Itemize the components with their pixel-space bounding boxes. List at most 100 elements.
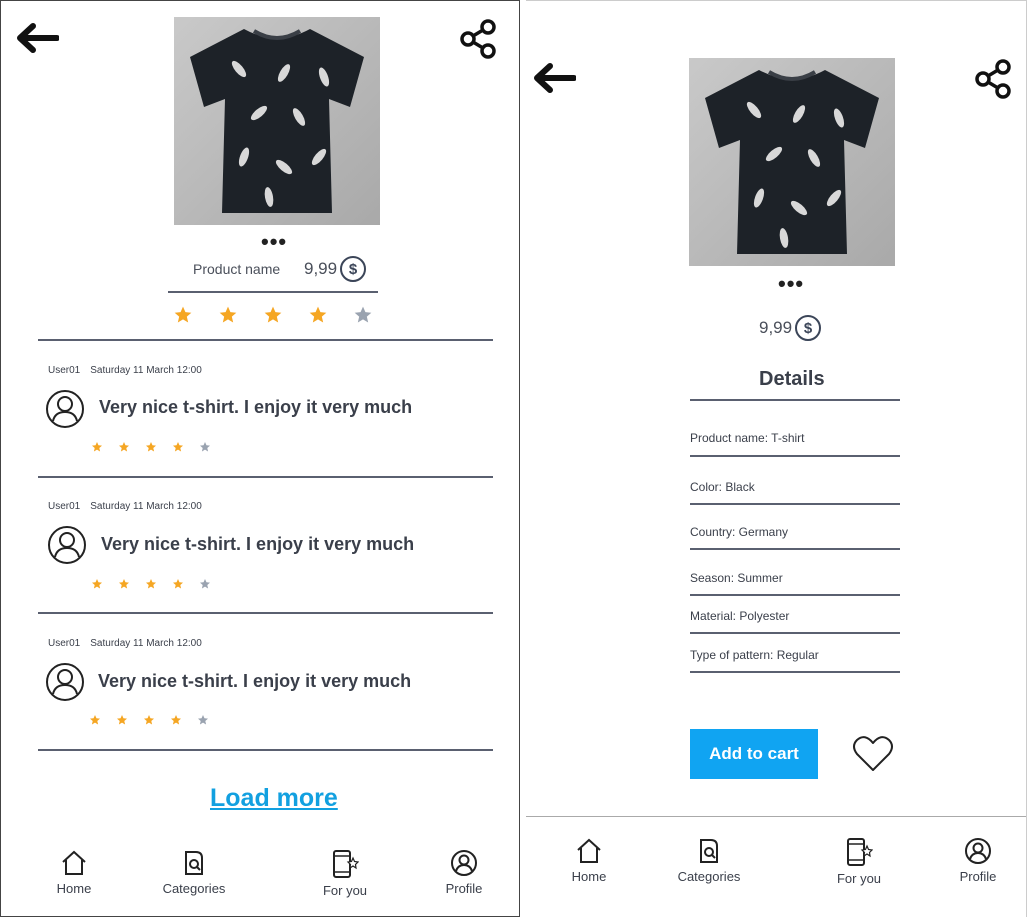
product-reviews-screen: ••• Product name 9,99 $ User01 Saturday 1… (0, 0, 520, 917)
image-pager-dots[interactable]: ••• (261, 231, 287, 253)
dollar-icon: $ (795, 315, 822, 341)
divider (168, 291, 378, 293)
tshirt-image (705, 70, 879, 254)
star-filled-icon (90, 715, 100, 725)
divider (690, 594, 900, 596)
home-icon (577, 838, 601, 863)
review-date: Saturday 11 March 12:00 (90, 365, 202, 376)
star-filled-icon (173, 579, 183, 589)
product-price: 9,99 $ (759, 315, 822, 341)
details-heading: Details (759, 368, 825, 390)
review-text: Very nice t-shirt. I enjoy it very much (99, 397, 413, 417)
star-filled-icon (219, 306, 237, 323)
image-pager-dots[interactable]: ••• (778, 273, 804, 295)
divider (690, 399, 900, 401)
nav-home[interactable]: Home (568, 837, 610, 884)
product-rating (173, 305, 373, 325)
detail-country: Country: Germany (690, 525, 789, 539)
back-arrow-icon[interactable] (532, 63, 576, 93)
star-filled-icon (92, 579, 102, 589)
profile-icon (451, 850, 477, 876)
price-value: 9,99 (759, 318, 793, 337)
nav-home[interactable]: Home (53, 849, 95, 896)
star-filled-icon (264, 306, 282, 323)
user-avatar-icon (46, 390, 84, 428)
share-icon[interactable] (459, 19, 499, 59)
star-filled-icon (146, 579, 156, 589)
divider (690, 671, 900, 673)
divider (526, 816, 1026, 817)
review-rating (89, 714, 209, 726)
review-text: Very nice t-shirt. I enjoy it very much (98, 671, 412, 691)
review-user: User01 (48, 365, 81, 376)
detail-pattern: Type of pattern: Regular (690, 648, 819, 662)
nav-home-label: Home (56, 881, 92, 896)
star-filled-icon (174, 306, 192, 323)
nav-categories-label: Categories (677, 869, 741, 884)
star-empty-icon (198, 715, 208, 725)
star-filled-icon (146, 442, 156, 452)
divider (38, 476, 493, 478)
tshirt-image (190, 29, 364, 213)
review-meta: User01 Saturday 11 March 12:00 (48, 365, 212, 376)
detail-color: Color: Black (690, 480, 755, 494)
review-meta: User01 Saturday 11 March 12:00 (48, 501, 212, 512)
product-details-screen: ••• 9,99 $ Details Product name: T-shirt… (526, 0, 1027, 917)
review-rating (91, 578, 211, 590)
product-image[interactable] (689, 58, 895, 266)
nav-categories-label: Categories (162, 881, 226, 896)
divider (38, 612, 493, 614)
back-arrow-icon[interactable] (15, 23, 59, 53)
divider (38, 749, 493, 751)
nav-profile[interactable]: Profile (440, 849, 488, 896)
home-icon (62, 850, 86, 875)
categories-icon (700, 839, 718, 863)
star-filled-icon (309, 306, 327, 323)
detail-material: Material: Polyester (690, 609, 790, 623)
nav-for-you[interactable]: For you (833, 837, 885, 886)
heart-icon[interactable] (851, 734, 895, 774)
nav-for-you-label: For you (322, 883, 368, 898)
star-filled-icon (144, 715, 154, 725)
categories-icon (185, 851, 203, 875)
nav-profile-label: Profile (445, 881, 483, 896)
nav-for-you-label: For you (836, 871, 882, 886)
product-price: 9,99 $ (304, 256, 367, 282)
price-value: 9,99 (304, 259, 338, 278)
review-meta: User01 Saturday 11 March 12:00 (48, 638, 212, 649)
product-image[interactable] (174, 17, 380, 225)
detail-product-name: Product name: T-shirt (690, 431, 805, 445)
review-rating (91, 441, 211, 453)
nav-for-you[interactable]: For you (319, 849, 371, 898)
phone-star-icon (847, 838, 873, 866)
dollar-icon: $ (340, 256, 367, 282)
divider (690, 548, 900, 550)
star-filled-icon (171, 715, 181, 725)
nav-home-label: Home (571, 869, 607, 884)
star-filled-icon (119, 579, 129, 589)
star-empty-icon (200, 442, 210, 452)
review-date: Saturday 11 March 12:00 (90, 638, 202, 649)
nav-profile[interactable]: Profile (954, 837, 1002, 884)
nav-categories[interactable]: Categories (671, 837, 747, 884)
user-avatar-icon (48, 526, 86, 564)
review-text: Very nice t-shirt. I enjoy it very much (101, 534, 415, 554)
star-filled-icon (92, 442, 102, 452)
share-icon[interactable] (974, 59, 1014, 99)
user-avatar-icon (46, 663, 84, 701)
star-empty-icon (354, 306, 372, 323)
divider (690, 632, 900, 634)
star-empty-icon (200, 579, 210, 589)
detail-season: Season: Summer (690, 571, 783, 585)
load-more-link[interactable]: Load more (210, 784, 338, 813)
star-filled-icon (173, 442, 183, 452)
star-filled-icon (119, 442, 129, 452)
nav-categories[interactable]: Categories (156, 849, 232, 896)
review-user: User01 (48, 638, 81, 649)
profile-icon (965, 838, 991, 864)
add-to-cart-button[interactable]: Add to cart (690, 729, 818, 779)
nav-profile-label: Profile (959, 869, 997, 884)
review-date: Saturday 11 March 12:00 (90, 501, 202, 512)
phone-star-icon (333, 850, 359, 878)
divider (690, 455, 900, 457)
